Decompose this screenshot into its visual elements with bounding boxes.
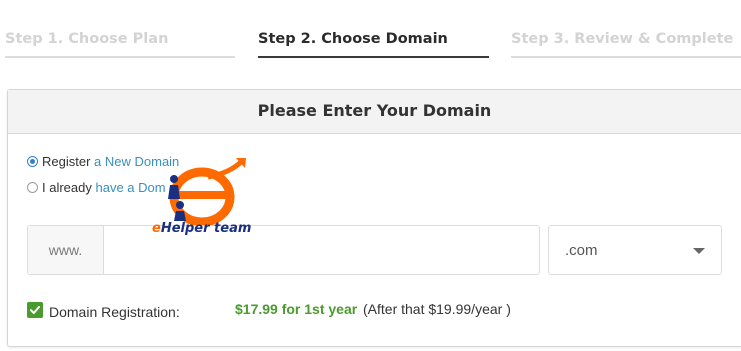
register-new-domain-link[interactable]: a New Domain [94,154,179,169]
registration-renewal-price: (After that $19.99/year ) [363,301,511,317]
step-review-complete[interactable]: Step 3. Review & Complete [511,0,741,58]
step-choose-plan[interactable]: Step 1. Choose Plan [5,0,235,58]
tld-select[interactable]: .com [548,225,722,275]
step-3-underline [511,56,741,58]
register-radio[interactable] [27,156,38,167]
existing-domain-radio[interactable] [27,182,38,193]
domain-panel: Please Enter Your Domain Register a New … [7,89,741,347]
domain-registration-checkbox[interactable] [27,302,43,318]
chevron-down-icon [693,248,705,254]
domain-name-input[interactable] [105,226,539,274]
step-3-label: Step 3. Review & Complete [511,31,734,47]
www-prefix: www. [28,226,104,274]
step-1-label: Step 1. Choose Plan [5,31,169,47]
existing-domain-link[interactable]: have a Dom [95,180,165,195]
step-2-label: Step 2. Choose Domain [258,31,448,47]
step-choose-domain[interactable]: Step 2. Choose Domain [258,0,489,58]
tld-value: .com [565,242,598,259]
registration-price: $17.99 for 1st year [235,301,358,317]
domain-input-group: www. [27,225,540,275]
register-prefix: Register [42,154,95,169]
panel-header: Please Enter Your Domain [8,90,741,134]
existing-prefix: I already [42,180,96,195]
step-2-underline [258,56,489,58]
checkmark-icon [30,306,40,314]
domain-registration-label: Domain Registration: [49,304,180,320]
step-1-underline [5,56,235,58]
panel-title: Please Enter Your Domain [257,101,492,120]
